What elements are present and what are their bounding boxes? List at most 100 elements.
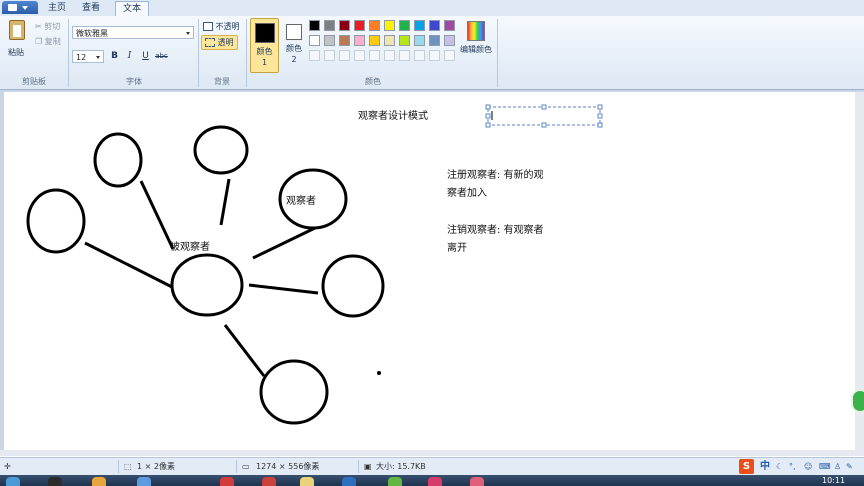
- transparent-icon: [205, 38, 215, 47]
- status-divider: [236, 460, 237, 473]
- palette-swatch[interactable]: [324, 20, 335, 31]
- app-icon[interactable]: [388, 477, 402, 486]
- resize-handle: [485, 113, 491, 119]
- palette-swatch[interactable]: [384, 35, 395, 46]
- copy-label: 复制: [44, 37, 61, 46]
- horizontal-scrollbar[interactable]: [0, 450, 864, 456]
- italic-button[interactable]: I: [123, 50, 136, 63]
- palette-swatch[interactable]: [429, 35, 440, 46]
- clipboard-icon: [9, 20, 25, 40]
- palette-swatch[interactable]: [354, 20, 365, 31]
- palette-swatch[interactable]: [339, 20, 350, 31]
- palette-swatch[interactable]: [369, 35, 380, 46]
- observer-circle: [259, 359, 329, 425]
- palette-swatch[interactable]: [414, 20, 425, 31]
- edit-colors-button[interactable]: 编辑颜色: [458, 19, 494, 71]
- palette-swatch[interactable]: [444, 20, 455, 31]
- tab-view[interactable]: 查看: [78, 1, 104, 15]
- palette-swatch[interactable]: [324, 35, 335, 46]
- resize-handle: [541, 104, 547, 110]
- palette-swatch-empty[interactable]: [354, 50, 365, 61]
- group-divider: [497, 19, 498, 87]
- palette-swatch[interactable]: [399, 35, 410, 46]
- font-size-select[interactable]: 12: [72, 50, 104, 63]
- user-icon[interactable]: ♙: [834, 461, 841, 472]
- text-box-selection: [487, 106, 601, 126]
- moon-icon[interactable]: ☾: [776, 461, 783, 472]
- palette-swatch[interactable]: [309, 20, 320, 31]
- strikethrough-button[interactable]: abc: [155, 50, 168, 63]
- underline-button[interactable]: U: [139, 50, 152, 63]
- color1-button[interactable]: 颜色 1: [250, 18, 279, 73]
- palette-swatch[interactable]: [369, 20, 380, 31]
- color2-swatch: [286, 24, 302, 40]
- start-button-icon[interactable]: [6, 477, 20, 486]
- paint-app-icon[interactable]: [137, 477, 151, 486]
- drawing-canvas[interactable]: 观察者设计模式 被观察者 观察者 注册观察者: 有新的观 察者加入 注销观察者:…: [4, 92, 855, 450]
- palette-swatch[interactable]: [444, 35, 455, 46]
- status-divider: [358, 460, 359, 473]
- palette-swatch-empty[interactable]: [339, 50, 350, 61]
- ime-mode[interactable]: 中: [760, 461, 770, 472]
- palette-swatch[interactable]: [384, 20, 395, 31]
- palette-swatch-empty[interactable]: [399, 50, 410, 61]
- image-size: 1274 × 556像素: [256, 462, 320, 471]
- color2-button[interactable]: 颜色 2: [282, 18, 306, 73]
- keyboard-icon[interactable]: ⌨: [819, 461, 831, 472]
- font-family-select[interactable]: 微软雅黑: [72, 26, 194, 39]
- palette-swatch-empty[interactable]: [369, 50, 380, 61]
- diagram-title: 观察者设计模式: [358, 111, 428, 122]
- copy-icon: ❐: [35, 37, 43, 46]
- app-icon[interactable]: [220, 477, 234, 486]
- smiley-icon[interactable]: ☺: [804, 461, 812, 472]
- wrench-icon[interactable]: ✎: [846, 461, 853, 472]
- image-size-icon: ▭: [242, 462, 250, 471]
- palette-swatch-empty[interactable]: [309, 50, 320, 61]
- palette-swatch-empty[interactable]: [414, 50, 425, 61]
- paste-button[interactable]: 粘贴: [6, 20, 30, 62]
- paint-menu-button[interactable]: [2, 1, 38, 14]
- color1-swatch: [254, 23, 275, 43]
- disk-icon: ▣: [364, 462, 372, 471]
- palette-swatch-empty[interactable]: [429, 50, 440, 61]
- palette-swatch[interactable]: [309, 35, 320, 46]
- floating-badge-icon[interactable]: [851, 389, 864, 413]
- console-icon[interactable]: [48, 477, 62, 486]
- note-unregister-line1: 注销观察者: 有观察者: [447, 225, 544, 236]
- palette-swatch[interactable]: [399, 20, 410, 31]
- cut-label: 剪切: [44, 22, 61, 31]
- palette-swatch-empty[interactable]: [444, 50, 455, 61]
- opaque-icon: [203, 22, 213, 31]
- palette-swatch[interactable]: [354, 35, 365, 46]
- notes-icon[interactable]: [300, 477, 314, 486]
- transparent-button[interactable]: 透明: [201, 35, 238, 50]
- opaque-button[interactable]: 不透明: [203, 21, 240, 32]
- copy-button[interactable]: ❐ 复制: [35, 36, 61, 47]
- palette-swatch[interactable]: [429, 20, 440, 31]
- app-icon[interactable]: [428, 477, 442, 486]
- color1-label: 颜色 1: [256, 47, 273, 67]
- connector-line: [252, 226, 316, 260]
- tab-text[interactable]: 文本: [115, 1, 149, 17]
- bold-button[interactable]: B: [108, 50, 121, 63]
- subject-circle: [170, 253, 244, 317]
- word-icon[interactable]: [342, 477, 356, 486]
- app-icon[interactable]: [470, 477, 484, 486]
- palette-swatch-empty[interactable]: [384, 50, 395, 61]
- crosshair-icon: ✛: [4, 462, 11, 471]
- selection-size-icon: ⬚: [124, 462, 132, 471]
- explorer-icon[interactable]: [92, 477, 106, 486]
- tab-home[interactable]: 主页: [44, 1, 70, 15]
- palette-swatch[interactable]: [339, 35, 350, 46]
- connector-line: [139, 180, 175, 250]
- colors-group-label: 颜色: [365, 77, 381, 86]
- palette-swatch-empty[interactable]: [324, 50, 335, 61]
- palette-swatch[interactable]: [414, 35, 425, 46]
- punctuation-icon[interactable]: °,: [789, 461, 796, 472]
- sogou-ime-icon[interactable]: S: [739, 459, 754, 474]
- cut-button[interactable]: ✂ 剪切: [35, 21, 60, 32]
- resize-handle: [485, 122, 491, 128]
- color-palette: [309, 20, 459, 65]
- app-icon[interactable]: [262, 477, 276, 486]
- background-group-label: 背景: [214, 77, 230, 86]
